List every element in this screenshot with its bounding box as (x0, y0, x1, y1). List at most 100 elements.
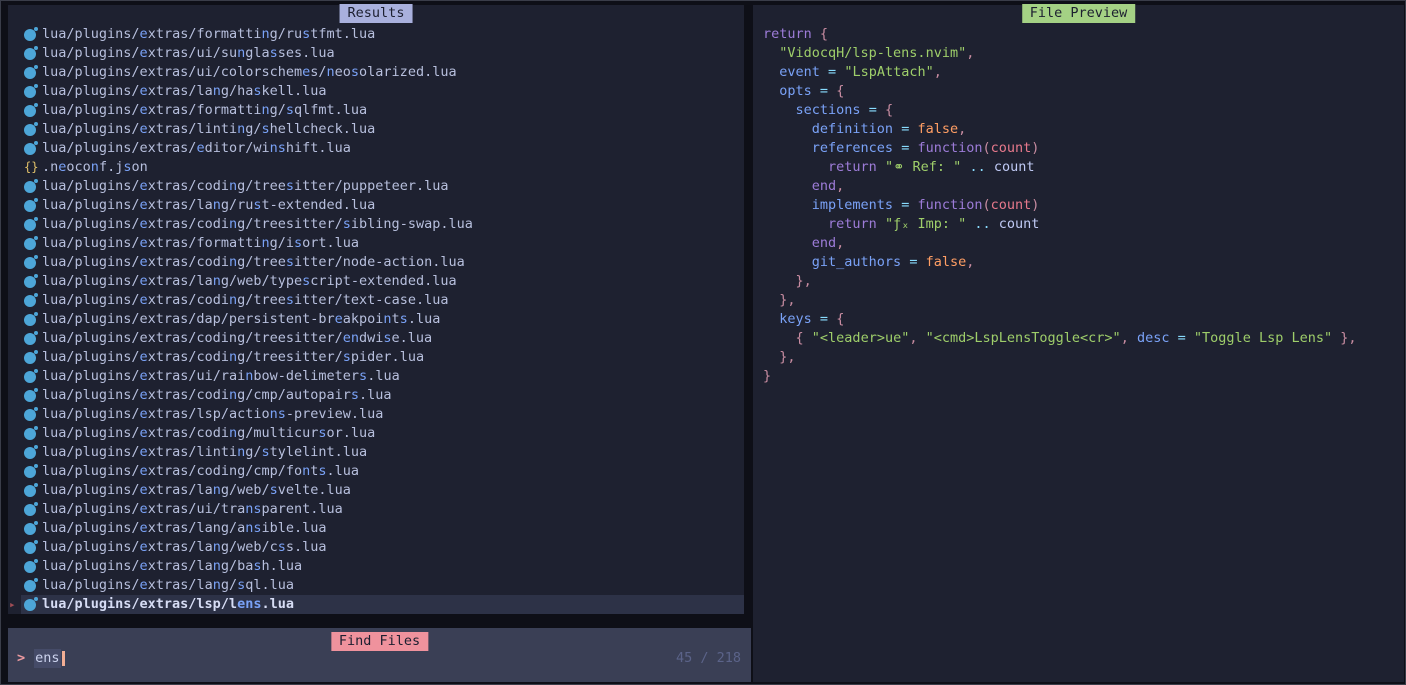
lua-file-icon (24, 352, 36, 364)
result-item-path: lua/plugins/extras/lang/web/svelte.lua (42, 481, 351, 500)
result-item[interactable]: lua/plugins/extras/coding/cmp/autopairs.… (8, 386, 744, 405)
selection-arrow-icon: ▸ (9, 595, 16, 614)
json-file-icon: {} (24, 158, 36, 177)
result-item[interactable]: lua/plugins/extras/formatting/rustfmt.lu… (8, 25, 744, 44)
result-item[interactable]: lua/plugins/extras/ui/colorschemes/neoso… (8, 63, 744, 82)
result-item-path: lua/plugins/extras/lsp/lens.lua (42, 595, 294, 614)
lua-file-icon (24, 181, 36, 193)
code-line: { "<leader>ue", "<cmd>LspLensToggle<cr>"… (763, 329, 1404, 348)
result-item[interactable]: lua/plugins/extras/coding/treesitter/end… (8, 329, 744, 348)
prompt-title-badge: Find Files (331, 632, 428, 651)
result-item-path: lua/plugins/extras/linting/stylelint.lua (42, 443, 367, 462)
lua-file-icon (24, 238, 36, 250)
lua-file-icon (24, 504, 36, 516)
result-item[interactable]: lua/plugins/extras/dap/persistent-breakp… (8, 310, 744, 329)
result-item-path: lua/plugins/extras/coding/treesitter/nod… (42, 253, 465, 272)
code-line: opts = { (763, 82, 1404, 101)
result-item[interactable]: lua/plugins/extras/coding/treesitter/tex… (8, 291, 744, 310)
result-item-path: lua/plugins/extras/coding/cmp/fonts.lua (42, 462, 359, 481)
result-item-path: lua/plugins/extras/ui/transparent.lua (42, 500, 343, 519)
lua-file-icon (24, 200, 36, 212)
code-line: } (763, 367, 1404, 386)
result-item[interactable]: lua/plugins/extras/lang/web/typescript-e… (8, 272, 744, 291)
result-item-path: lua/plugins/extras/coding/treesitter/pup… (42, 177, 448, 196)
code-line: }, (763, 291, 1404, 310)
results-title-badge: Results (340, 4, 413, 23)
result-item-path: lua/plugins/extras/lang/sql.lua (42, 576, 294, 595)
result-item-path: lua/plugins/extras/lang/haskell.lua (42, 82, 327, 101)
lua-file-icon (24, 219, 36, 231)
fuzzy-finder-window: Results lua/plugins/extras/formatting/ru… (0, 0, 1406, 685)
lua-file-icon (24, 276, 36, 288)
result-item[interactable]: lua/plugins/extras/lang/sql.lua (8, 576, 744, 595)
code-line: references = function(count) (763, 139, 1404, 158)
result-item[interactable]: lua/plugins/extras/lang/web/css.lua (8, 538, 744, 557)
lua-file-icon (24, 561, 36, 573)
lua-file-icon (24, 314, 36, 326)
result-item[interactable]: lua/plugins/extras/lang/web/svelte.lua (8, 481, 744, 500)
result-item[interactable]: lua/plugins/extras/ui/transparent.lua (8, 500, 744, 519)
prompt-chevron-icon: > (17, 649, 25, 668)
code-line: git_authors = false, (763, 253, 1404, 272)
result-item-path: lua/plugins/extras/editor/winshift.lua (42, 139, 351, 158)
result-item[interactable]: lua/plugins/extras/ui/rainbow-delimeters… (8, 367, 744, 386)
code-line: }, (763, 348, 1404, 367)
code-line: definition = false, (763, 120, 1404, 139)
lua-file-icon (24, 86, 36, 98)
prompt-line: > ens (17, 649, 65, 668)
result-item[interactable]: lua/plugins/extras/coding/treesitter/spi… (8, 348, 744, 367)
result-item[interactable]: lua/plugins/extras/lang/rust-extended.lu… (8, 196, 744, 215)
result-item-path: lua/plugins/extras/dap/persistent-breakp… (42, 310, 440, 329)
result-item[interactable]: lua/plugins/extras/coding/treesitter/pup… (8, 177, 744, 196)
result-item[interactable]: lua/plugins/extras/lang/haskell.lua (8, 82, 744, 101)
result-item[interactable]: lua/plugins/extras/lang/ansible.lua (8, 519, 744, 538)
result-item-path: lua/plugins/extras/ui/colorschemes/neoso… (42, 63, 457, 82)
lua-file-icon (24, 105, 36, 117)
result-item-path: lua/plugins/extras/lsp/actions-preview.l… (42, 405, 383, 424)
prompt-input[interactable]: ens (34, 649, 60, 668)
result-item[interactable]: lua/plugins/extras/coding/multicursor.lu… (8, 424, 744, 443)
lua-file-icon (24, 466, 36, 478)
code-line: return "ƒₓ Imp: " .. count (763, 215, 1404, 234)
result-item[interactable]: lua/plugins/extras/lang/bash.lua (8, 557, 744, 576)
result-item[interactable]: lua/plugins/extras/coding/treesitter/sib… (8, 215, 744, 234)
result-item[interactable]: lua/plugins/extras/linting/stylelint.lua (8, 443, 744, 462)
lua-file-icon (24, 599, 36, 611)
result-item[interactable]: lua/plugins/extras/lsp/actions-preview.l… (8, 405, 744, 424)
lua-file-icon (24, 542, 36, 554)
code-line: return "⚭ Ref: " .. count (763, 158, 1404, 177)
lua-file-icon (24, 333, 36, 345)
result-item[interactable]: lua/plugins/extras/coding/treesitter/nod… (8, 253, 744, 272)
lua-file-icon (24, 67, 36, 79)
result-item[interactable]: lua/plugins/extras/formatting/isort.lua (8, 234, 744, 253)
result-item[interactable]: lua/plugins/extras/editor/winshift.lua (8, 139, 744, 158)
code-line: return { (763, 25, 1404, 44)
result-item[interactable]: lua/plugins/extras/ui/sunglasses.lua (8, 44, 744, 63)
result-item-path: lua/plugins/extras/lang/rust-extended.lu… (42, 196, 375, 215)
result-item-path: .neoconf.json (42, 158, 148, 177)
lua-file-icon (24, 580, 36, 592)
code-line: implements = function(count) (763, 196, 1404, 215)
lua-file-icon (24, 143, 36, 155)
code-line: end, (763, 234, 1404, 253)
result-item[interactable]: lua/plugins/extras/formatting/sqlfmt.lua (8, 101, 744, 120)
result-item[interactable]: lua/plugins/extras/linting/shellcheck.lu… (8, 120, 744, 139)
lua-file-icon (24, 48, 36, 60)
results-panel: Results lua/plugins/extras/formatting/ru… (8, 5, 744, 614)
lua-file-icon (24, 390, 36, 402)
result-item[interactable]: lua/plugins/extras/coding/cmp/fonts.lua (8, 462, 744, 481)
result-item-path: lua/plugins/extras/coding/multicursor.lu… (42, 424, 375, 443)
result-item[interactable]: {} .neoconf.json (8, 158, 744, 177)
result-item[interactable]: ▸ lua/plugins/extras/lsp/lens.lua (8, 595, 744, 614)
lua-file-icon (24, 409, 36, 421)
lua-file-icon (24, 447, 36, 459)
prompt-cursor (62, 651, 65, 666)
result-item-path: lua/plugins/extras/linting/shellcheck.lu… (42, 120, 375, 139)
result-item-path: lua/plugins/extras/coding/treesitter/spi… (42, 348, 424, 367)
result-item-path: lua/plugins/extras/coding/cmp/autopairs.… (42, 386, 392, 405)
lua-file-icon (24, 523, 36, 535)
preview-panel: File Preview return { "VidocqH/lsp-lens.… (753, 5, 1404, 682)
lua-file-icon (24, 295, 36, 307)
result-item-path: lua/plugins/extras/formatting/isort.lua (42, 234, 359, 253)
code-line: event = "LspAttach", (763, 63, 1404, 82)
